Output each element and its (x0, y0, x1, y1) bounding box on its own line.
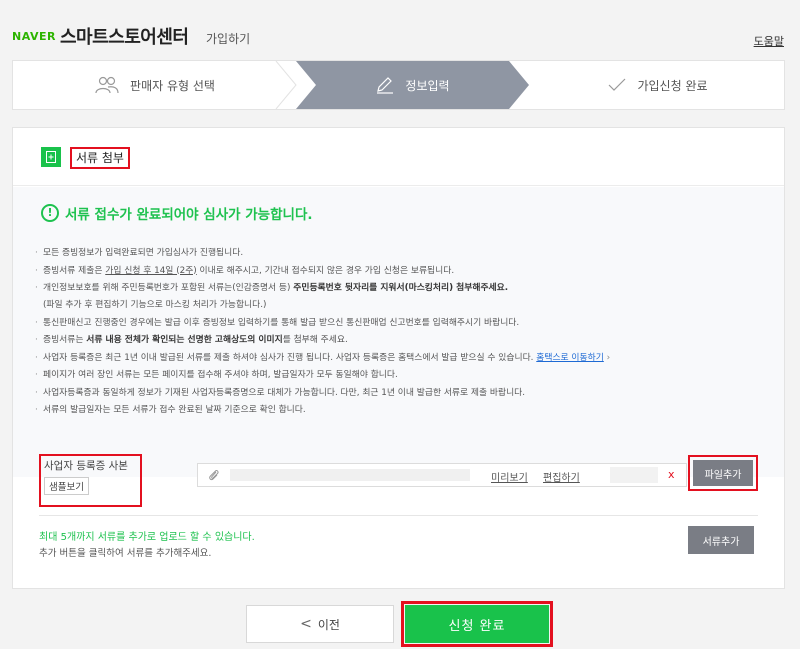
prev-label: 이전 (317, 617, 340, 632)
notice-item: 통신판매신고 진행중인 경우에는 발급 이후 증빙정보 입력하기를 통해 발급 … (35, 317, 775, 329)
notice-item: 모든 증빙정보가 입력완료되면 가입심사가 진행됩니다. (35, 247, 775, 259)
document-plus-icon (41, 147, 61, 167)
chevron-right-icon: › (603, 352, 611, 363)
max-files-note: 최대 5개까지 서류를 추가로 업로드 할 수 있습니다. (39, 532, 255, 543)
card-header: 서류 첨부 (13, 128, 784, 186)
brand-subtitle: 가입하기 (206, 32, 251, 46)
naver-logo[interactable]: NAVER (12, 30, 56, 43)
add-file-button[interactable]: 파일추가 (693, 460, 753, 486)
notice-item: 개인정보보호를 위해 주민등록번호가 포함된 서류는(인감증명서 등) 주민등록… (35, 282, 775, 311)
file-size-placeholder (610, 467, 658, 483)
file-input-box[interactable]: 미리보기 편집하기 x (197, 463, 687, 487)
header: NAVER 스마트스토어센터 가입하기 도움말 (0, 0, 800, 58)
upload-row: 사업자 등록증 사본 샘플보기 미리보기 편집하기 x 파일추가 (13, 438, 784, 508)
notice-item: 사업자등록증과 동일하게 정보가 기재된 사업자등록증명으로 대체가 가능합니다… (35, 387, 775, 399)
edit-link[interactable]: 편집하기 (543, 469, 580, 484)
remove-file-icon[interactable]: x (668, 468, 675, 481)
document-attach-card: 서류 첨부 ! 서류 접수가 완료되어야 심사가 가능합니다. 모든 증빙정보가… (12, 127, 785, 589)
file-name-placeholder (230, 469, 470, 481)
notice-item: 서류의 발급일자는 모든 서류가 접수 완료된 날짜 기준으로 확인 합니다. (35, 404, 775, 416)
check-icon (609, 78, 626, 91)
notice-item: 증빙서류 제출은 가입 신청 후 14일 (2주) 이내로 해주시고, 기간내 … (35, 265, 775, 277)
submit-button[interactable]: 신청 완료 (405, 605, 549, 643)
notice-heading: ! 서류 접수가 완료되어야 심사가 가능합니다. (41, 203, 313, 223)
step-label: 정보입력 (405, 78, 450, 93)
hometax-link[interactable]: 홈택스로 이동하기 (536, 353, 604, 363)
add-instruction: 추가 버튼을 클릭하여 서류를 추가해주세요. (39, 548, 212, 559)
add-document-button[interactable]: 서류추가 (688, 526, 754, 554)
notice-list: 모든 증빙정보가 입력완료되면 가입심사가 진행됩니다. 증빙서류 제출은 가입… (35, 247, 775, 422)
preview-link[interactable]: 미리보기 (491, 469, 528, 484)
step-info-input: 정보입력 (296, 61, 529, 109)
step-label: 판매자 유형 선택 (130, 78, 215, 93)
upload-label-text: 사업자 등록증 사본 (44, 460, 128, 472)
notice-item: 페이지가 여러 장인 서류는 모든 페이지를 접수해 주셔야 하며, 발급일자가… (35, 369, 775, 381)
brand-title: 스마트스토어센터 (60, 27, 189, 48)
signup-steps: 판매자 유형 선택 정보입력 가입신청 완료 (12, 60, 785, 110)
step-seller-type: 판매자 유형 선택 (13, 61, 296, 109)
pencil-icon (377, 77, 394, 94)
help-link[interactable]: 도움말 (754, 33, 784, 49)
prev-button[interactable]: < 이전 (246, 605, 394, 643)
notice-item: 사업자 등록증은 최근 1년 이내 발급된 서류를 제출 하셔야 심사가 진행 … (35, 352, 775, 364)
step-label: 가입신청 완료 (637, 78, 708, 93)
notice-box: ! 서류 접수가 완료되어야 심사가 가능합니다. 모든 증빙정보가 입력완료되… (13, 187, 784, 477)
exclamation-circle-icon: ! (41, 204, 59, 222)
step-complete: 가입신청 완료 (529, 61, 784, 109)
section-title: 서류 첨부 (70, 147, 130, 169)
submit-highlight: 신청 완료 (401, 601, 553, 647)
notice-text: 서류 접수가 완료되어야 심사가 가능합니다. (65, 207, 313, 223)
users-icon (95, 76, 119, 94)
add-file-highlight: 파일추가 (688, 455, 758, 491)
business-registration-label: 사업자 등록증 사본 샘플보기 (39, 454, 142, 507)
sample-view-button[interactable]: 샘플보기 (44, 477, 89, 495)
notice-item: 증빙서류는 서류 내용 전체가 확인되는 선명한 고해상도의 이미지를 첨부해 … (35, 334, 775, 346)
divider (39, 515, 758, 516)
paperclip-icon (209, 470, 219, 481)
chevron-left-icon: < (300, 616, 312, 632)
